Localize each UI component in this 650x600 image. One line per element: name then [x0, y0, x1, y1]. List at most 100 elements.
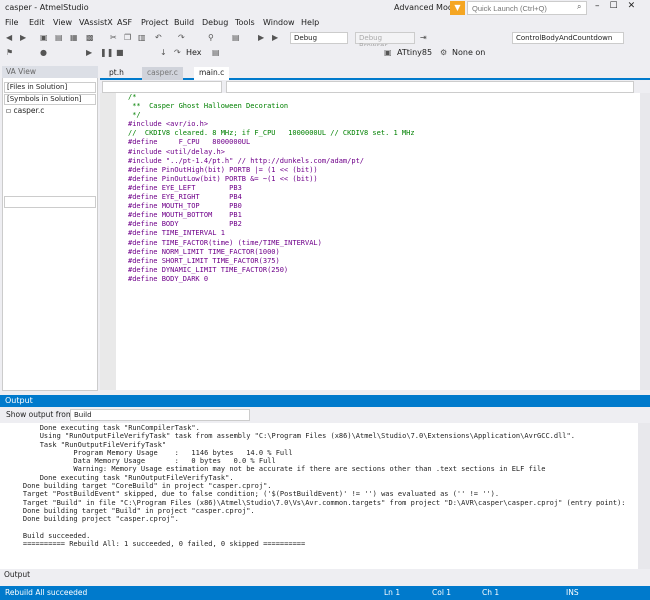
- continue-icon[interactable]: ▶: [86, 48, 92, 57]
- output-line: ========== Rebuild All: 1 succeeded, 0 f…: [6, 540, 306, 549]
- breakpoint-icon[interactable]: ●: [40, 48, 47, 57]
- save-all-icon[interactable]: ▩: [86, 33, 94, 42]
- cut-icon[interactable]: ✂: [110, 33, 117, 42]
- target-select[interactable]: ControlBodyAndCountdown: [512, 32, 624, 44]
- code-lines: /* ** Casper Ghost Halloween Decoration …: [128, 93, 415, 284]
- editor-scrollbar[interactable]: [640, 93, 650, 390]
- window-title: casper - AtmelStudio: [5, 3, 89, 12]
- scope-select[interactable]: [102, 81, 222, 93]
- tab-pt-h[interactable]: pt.h: [104, 67, 129, 80]
- menu-window[interactable]: Window: [263, 18, 295, 27]
- back-icon[interactable]: ◀: [6, 33, 12, 42]
- column-number: Col 1: [432, 588, 452, 597]
- code-line: #define MOUTH_BOTTOM PB1: [128, 211, 242, 220]
- device-icon: ▣: [384, 48, 392, 57]
- debug-toolbar: ⚑ ● ▶ ❚❚ ■ ↓ ↷ Hex ▤ ▣ ATtiny85 ⚙ None o…: [0, 46, 650, 61]
- tool-name[interactable]: None on: [452, 48, 485, 57]
- standard-toolbar: ◀ ▶ ▣ ▤ ▦ ▩ ✂ ❐ ▥ ↶ ↷ ⚲ ▤ ▶ ▶ Debug Debu…: [0, 31, 650, 50]
- member-select[interactable]: [226, 81, 634, 93]
- code-line: #define PinOutLow(bit) PORTB &= ~(1 << (…: [128, 174, 318, 183]
- stop-icon[interactable]: ■: [116, 48, 124, 57]
- memory-icon[interactable]: ▤: [212, 48, 220, 57]
- code-line: #define SHORT_LIMIT TIME_FACTOR(375): [128, 256, 280, 265]
- code-line: #define TIME_FACTOR(time) (time/TIME_INT…: [128, 238, 322, 247]
- output-line: Done executing task "RunCompilerTask".: [6, 424, 200, 432]
- output-line: Task "RunOutputFileVerifyTask": [6, 440, 167, 449]
- menu-edit[interactable]: Edit: [29, 18, 45, 27]
- output-line: Done building target "CoreBuild" in proj…: [6, 482, 272, 491]
- status-message: Rebuild All succeeded: [5, 588, 88, 597]
- va-view-tab[interactable]: VA View: [2, 66, 98, 78]
- file-list-item[interactable]: ▫ casper.c: [6, 106, 44, 115]
- output-source-select[interactable]: Build: [70, 409, 250, 421]
- code-line: #include <util/delay.h>: [128, 147, 225, 156]
- debug-run-icon[interactable]: ▶: [258, 33, 264, 42]
- output-line: Done building project "casper.cproj".: [6, 515, 179, 524]
- code-line: #define BODY PB2: [128, 220, 242, 229]
- bookmark-icon[interactable]: ⚑: [6, 48, 13, 57]
- tab-casper-c[interactable]: casper.c: [142, 67, 183, 80]
- menu-debug[interactable]: Debug: [202, 18, 228, 27]
- paste-icon[interactable]: ▥: [138, 33, 146, 42]
- code-line: #define EYE_RIGHT PB4: [128, 193, 242, 202]
- c-file-icon: ▫: [6, 106, 12, 115]
- new-project-icon[interactable]: ▣: [40, 33, 48, 42]
- tab-main-c[interactable]: main.c: [194, 67, 230, 80]
- output-panel-title: Output: [0, 395, 650, 407]
- device-name[interactable]: ATtiny85: [397, 48, 432, 57]
- menu-asf[interactable]: ASF: [117, 18, 132, 27]
- output-line: Done building target "Build" in project …: [6, 506, 255, 515]
- code-line: // CKDIV8 cleared. 8 MHz; if F_CPU 10000…: [128, 129, 415, 138]
- code-line: #define PinOutHigh(bit) PORTB |= (1 << (…: [128, 165, 318, 174]
- symbols-filter-select[interactable]: [Symbols in Solution]: [4, 94, 96, 105]
- menu-view[interactable]: View: [53, 18, 72, 27]
- menu-build[interactable]: Build: [174, 18, 194, 27]
- open-icon[interactable]: ▤: [55, 33, 63, 42]
- step-over-icon[interactable]: ↷: [174, 48, 181, 57]
- advanced-mode-label[interactable]: Advanced Mode: [394, 3, 458, 12]
- build-icon[interactable]: ▤: [232, 33, 240, 42]
- quick-launch-input[interactable]: [467, 1, 587, 15]
- code-line: #include <avr/io.h>: [128, 120, 209, 129]
- platform-select[interactable]: Debug Browser: [355, 32, 415, 50]
- code-line: #define DYNAMIC_LIMIT TIME_FACTOR(250): [128, 265, 289, 274]
- window-controls[interactable]: –☐✕: [595, 1, 645, 11]
- menu-vassistx[interactable]: VAssistX: [79, 18, 113, 27]
- va-search-input[interactable]: [4, 196, 96, 208]
- search-icon: ⌕: [577, 2, 582, 11]
- save-icon[interactable]: ▦: [70, 33, 78, 42]
- find-icon[interactable]: ⚲: [208, 33, 214, 42]
- editor-tabs: pt.h casper.c main.c: [100, 66, 650, 80]
- output-line: Data Memory Usage : 0 bytes 0.0 % Full: [6, 457, 276, 466]
- config-select[interactable]: Debug: [290, 32, 348, 44]
- code-line: #define NORM_LIMIT TIME_FACTOR(1000): [128, 247, 280, 256]
- code-line: #define F_CPU 8000000UL: [128, 138, 251, 147]
- filter-icon[interactable]: ▼: [450, 1, 465, 15]
- output-tab[interactable]: Output: [4, 570, 30, 579]
- output-scrollbar[interactable]: [638, 423, 650, 569]
- files-filter-select[interactable]: [Files in Solution]: [4, 82, 96, 93]
- step-icon[interactable]: ⇥: [420, 33, 427, 42]
- menu-file[interactable]: File: [5, 18, 18, 27]
- output-line: Program Memory Usage : 1146 bytes 14.0 %…: [6, 448, 293, 457]
- code-line: #define MOUTH_TOP PB0: [128, 202, 242, 211]
- code-line: /*: [128, 93, 137, 101]
- output-line: Target "Build" in file "C:\Program Files…: [6, 498, 626, 507]
- menu-tools[interactable]: Tools: [235, 18, 255, 27]
- menu-project[interactable]: Project: [141, 18, 168, 27]
- step-into-icon[interactable]: ↓: [160, 48, 167, 57]
- redo-icon[interactable]: ↷: [178, 33, 185, 42]
- output-line: Warning: Memory Usage estimation may not…: [6, 465, 546, 474]
- forward-icon[interactable]: ▶: [20, 33, 26, 42]
- code-line: ** Casper Ghost Halloween Decoration: [128, 102, 289, 111]
- status-bar: Rebuild All succeeded Ln 1 Col 1 Ch 1 IN…: [0, 586, 650, 600]
- navigation-bar: [100, 80, 650, 93]
- hex-toggle[interactable]: Hex: [186, 48, 202, 57]
- menu-help[interactable]: Help: [301, 18, 319, 27]
- start-debugging-icon[interactable]: ▶: [272, 33, 278, 42]
- undo-icon[interactable]: ↶: [155, 33, 162, 42]
- pause-icon[interactable]: ❚❚: [100, 48, 113, 57]
- copy-icon[interactable]: ❐: [124, 33, 131, 42]
- code-line: #define BODY_DARK 0: [128, 274, 209, 283]
